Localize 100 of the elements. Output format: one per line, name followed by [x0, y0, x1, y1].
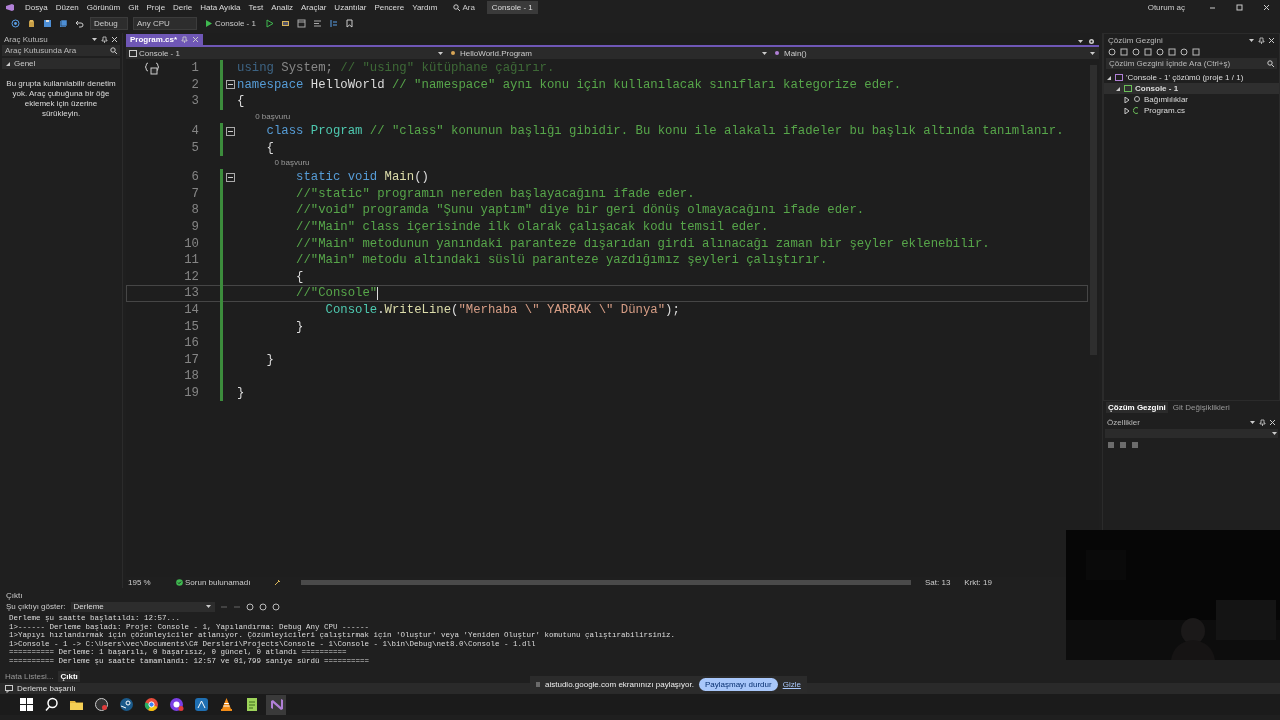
member-dropdown[interactable]: Main(): [771, 47, 1099, 59]
search-button[interactable]: Ara: [449, 3, 479, 12]
type-dropdown[interactable]: HelloWorld.Program: [447, 47, 771, 59]
panel-tab[interactable]: Git Değişiklikleri: [1170, 401, 1232, 413]
panel-tab[interactable]: Hata Listesi...: [3, 671, 56, 682]
scope-icon[interactable]: [145, 62, 159, 76]
zoom-dropdown[interactable]: 195 %: [128, 578, 168, 587]
close-icon[interactable]: [1268, 36, 1275, 44]
menu-item[interactable]: Git: [124, 3, 143, 12]
folder-icon[interactable]: [27, 18, 36, 28]
menu-item[interactable]: Yardım: [408, 3, 442, 12]
caret-icon[interactable]: [1249, 418, 1256, 426]
search-icon: [453, 4, 461, 11]
search-box[interactable]: Çözüm Gezgini İçinde Ara (Ctrl+ş): [1106, 58, 1277, 69]
menu-item[interactable]: Araçlar: [297, 3, 331, 12]
undo-icon[interactable]: [75, 18, 84, 28]
line-number: 18: [183, 369, 199, 384]
search-field[interactable]: Araç Kutusunda Ara: [5, 46, 110, 55]
format-icon[interactable]: [312, 18, 322, 28]
pin-icon[interactable]: [101, 35, 108, 43]
solution-icon: [1115, 73, 1123, 82]
brush-icon[interactable]: [274, 579, 281, 586]
menu-item[interactable]: Uzantılar: [330, 3, 371, 12]
panel-title: Özellikler: [1107, 417, 1140, 427]
code-line: class Program // "class" konunun başlığı gibidir. Bu konu ile alakalı ifadeler bu başlık altında tanımlanır.: [265, 124, 1064, 139]
pin-icon[interactable]: [1258, 36, 1265, 44]
window-icon[interactable]: [280, 18, 290, 28]
menu-item[interactable]: Düzen: [51, 3, 83, 12]
expanded-icon[interactable]: [1115, 85, 1121, 92]
panel-tab[interactable]: Çıktı: [58, 671, 80, 682]
close-icon[interactable]: [1269, 418, 1276, 426]
close-icon[interactable]: [111, 35, 118, 43]
project-dropdown[interactable]: Console - 1: [126, 47, 447, 59]
collapsed-icon[interactable]: [1124, 107, 1130, 114]
panel-title: Araç Kutusu: [4, 34, 48, 44]
empty-message: Bu grupta kullanılabilir denetim yok. Araç çubuğuna bir öğe eklemek için üzerine sürükleyin.: [6, 79, 116, 119]
tree-item[interactable]: Program.cs: [1104, 105, 1279, 116]
sign-in-link[interactable]: Oturum aç: [1147, 3, 1185, 12]
panel-tab[interactable]: Çözüm Gezgini: [1106, 401, 1168, 413]
code-line: }: [295, 319, 304, 334]
caret-icon[interactable]: [91, 35, 98, 43]
drag-handle-icon[interactable]: [536, 681, 540, 688]
configuration-dropdown[interactable]: Debug: [90, 16, 128, 30]
message-icon: [5, 684, 13, 693]
play-icon: [205, 19, 212, 27]
indent-icon[interactable]: [328, 18, 338, 28]
search-icon[interactable]: [110, 47, 117, 54]
menu-item[interactable]: Hata Ayıkla: [196, 3, 245, 12]
search-field[interactable]: Çözüm Gezgini İçinde Ara (Ctrl+ş): [1109, 59, 1267, 68]
minimize-icon[interactable]: [1209, 4, 1216, 11]
group-header[interactable]: Genel: [2, 58, 120, 69]
line-number: 12: [183, 269, 199, 284]
search-icon[interactable]: [1267, 60, 1274, 67]
menu-item[interactable]: Derle: [169, 3, 197, 12]
code-line: //"Console": [295, 286, 379, 301]
line-number: 6: [190, 170, 199, 185]
expanded-icon[interactable]: [5, 60, 11, 67]
output-source-dropdown[interactable]: Derleme: [70, 601, 215, 612]
caret-icon[interactable]: [1248, 36, 1255, 44]
issues-indicator[interactable]: Sorun bulunamadı: [176, 578, 266, 587]
tree-item[interactable]: Console - 1: [1104, 83, 1279, 94]
save-all-icon[interactable]: [59, 18, 68, 28]
menu-item[interactable]: Görünüm: [82, 3, 125, 12]
search-box[interactable]: Araç Kutusunda Ara: [2, 45, 120, 56]
menu-item[interactable]: Pencere: [370, 3, 409, 12]
code-line: namespace HelloWorld // "namespace" aynı konu için kullanılacak sınıfları kategorize eder.: [237, 77, 902, 92]
start-button[interactable]: Console - 1: [202, 17, 259, 29]
collapsed-icon[interactable]: [1124, 96, 1130, 103]
tree-item[interactable]: 'Console - 1' çözümü (proje 1 / 1): [1104, 72, 1279, 83]
platform-dropdown[interactable]: Any CPU: [133, 16, 197, 30]
save-icon[interactable]: [43, 18, 52, 28]
pin-icon[interactable]: [1259, 418, 1266, 426]
collapse-icon[interactable]: [225, 80, 235, 90]
collapse-icon[interactable]: [225, 172, 235, 182]
line-number: 4: [190, 124, 199, 139]
play-outline-icon[interactable]: [264, 18, 274, 28]
menu-item[interactable]: Analiz: [267, 3, 297, 12]
hide-link[interactable]: Gizle: [782, 680, 801, 689]
navigate-icon[interactable]: [11, 18, 20, 28]
bookmark-icon[interactable]: [344, 18, 354, 28]
ide-logo-icon: [5, 3, 15, 12]
tree-item[interactable]: Bağımlılıklar: [1104, 94, 1279, 105]
reference-count[interactable]: 0 başvuru: [274, 157, 310, 167]
layout-icon[interactable]: [296, 18, 306, 28]
column-indicator: Krkt: 19: [964, 578, 992, 587]
settings-icon[interactable]: [1088, 38, 1095, 45]
reference-count[interactable]: 0 başvuru: [255, 111, 291, 121]
stop-sharing-button[interactable]: Paylaşmayı durdur: [699, 678, 778, 691]
panel-title: Çözüm Gezgini: [1108, 35, 1163, 45]
expanded-icon[interactable]: [1106, 74, 1112, 81]
horizontal-scrollbar[interactable]: [301, 580, 911, 585]
status-text: Derleme başarılı: [17, 684, 76, 693]
line-number: 14: [183, 303, 199, 317]
taskbar-button[interactable]: [266, 694, 286, 715]
menu-item[interactable]: Test: [244, 3, 268, 12]
menu-item[interactable]: Proje: [142, 3, 170, 12]
maximize-icon[interactable]: [1236, 4, 1243, 11]
menu-item[interactable]: Dosya: [21, 3, 52, 12]
close-icon[interactable]: [1263, 4, 1270, 11]
collapse-icon[interactable]: [225, 126, 235, 136]
